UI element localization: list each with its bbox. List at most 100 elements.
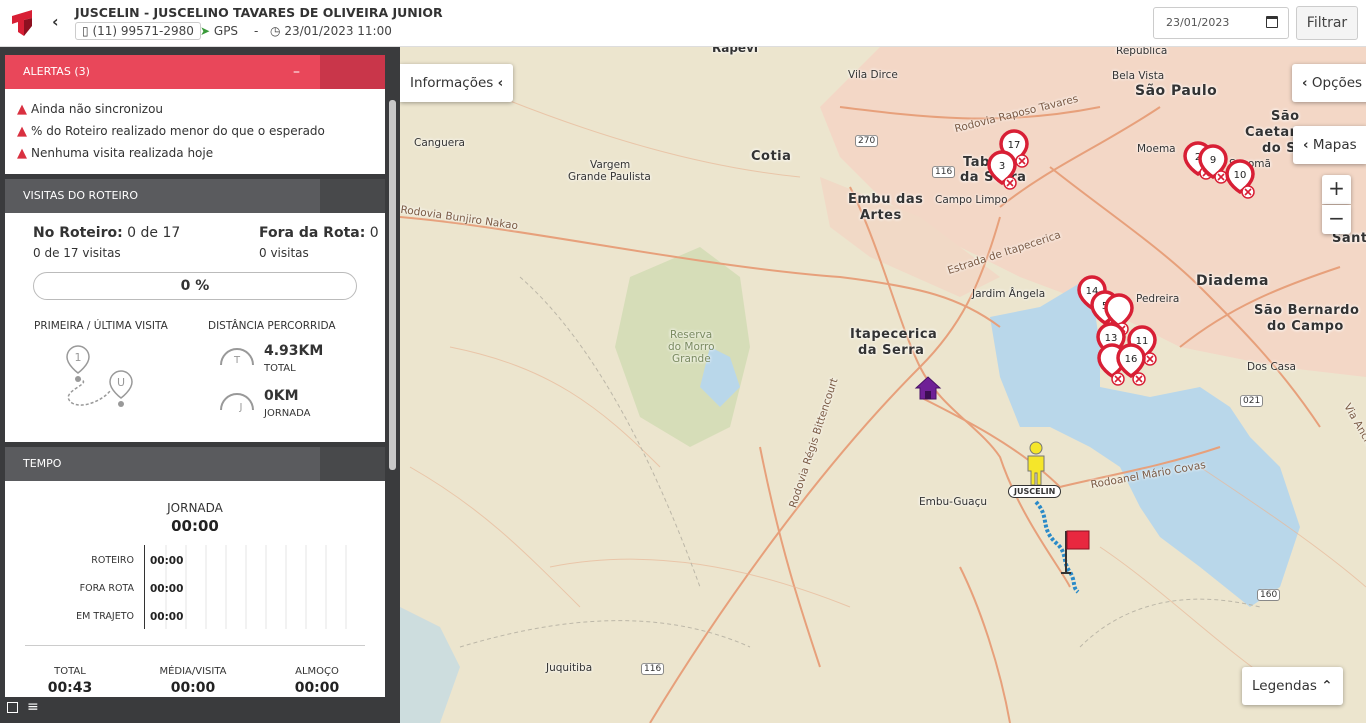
window-icon[interactable] — [7, 702, 18, 713]
distance-total-marker: T — [233, 355, 241, 366]
place-label: Jardim Ângela — [972, 288, 1046, 300]
road-shield: 116 — [641, 663, 665, 675]
speedometer-total-icon: T — [220, 348, 254, 366]
on-route-sub: 0 de 17 visitas — [33, 246, 121, 260]
place-label: Grande — [672, 353, 711, 365]
place-label: Vila Dirce — [848, 69, 898, 81]
time-row-value: 00:00 — [150, 555, 184, 567]
off-route-value: 0 — [369, 225, 379, 241]
menu-icon[interactable]: ≡ — [27, 699, 39, 715]
total-time-label: TOTAL — [54, 666, 86, 677]
chevron-up-icon: ⌃ — [1321, 678, 1333, 694]
warning-icon: ▲ — [17, 102, 27, 117]
options-toggle-button[interactable]: ‹ Opções — [1292, 64, 1366, 102]
options-button-label: Opções — [1311, 75, 1363, 91]
collapse-icon[interactable]: – — [293, 55, 300, 89]
place-label: São — [1271, 109, 1300, 124]
place-label: Pedreira — [1136, 293, 1180, 305]
off-route-label: Fora da Rota: — [259, 225, 366, 241]
place-label: Cotia — [751, 149, 792, 164]
place-label: Juquitiba — [546, 662, 593, 674]
distance-label: DISTÂNCIA PERCORRIDA — [208, 320, 336, 332]
off-route-summary: Fora da Rota: 0 — [259, 225, 379, 241]
place-label: Grande Paulista — [568, 171, 651, 183]
warning-icon: ▲ — [17, 124, 27, 139]
phone-icon: ▯ — [82, 24, 89, 38]
home-icon[interactable] — [914, 375, 942, 401]
place-label: Campo Limpo — [935, 194, 1008, 206]
on-route-value: 0 de 17 — [127, 225, 181, 241]
time-row-label: FORA ROTA — [79, 583, 134, 594]
first-last-label: PRIMEIRA / ÚLTIMA VISITA — [34, 320, 168, 332]
phone-badge: ▯ (11) 99571-2980 — [75, 22, 201, 40]
alert-text: Nenhuma visita realizada hoje — [31, 146, 214, 160]
warning-icon: ▲ — [17, 146, 27, 161]
last-visit-marker: U — [117, 376, 125, 389]
journey-value: 00:00 — [171, 517, 219, 535]
road-shield: 270 — [855, 135, 879, 147]
agent-label[interactable]: JUSCELIN — [1008, 485, 1062, 498]
road-shield: 021 — [1240, 395, 1264, 407]
visits-header[interactable]: VISITAS DO ROTEIRO — [5, 179, 385, 213]
info-toggle-button[interactable]: Informações ‹ — [400, 64, 514, 102]
place-label: Itapecerica — [850, 327, 938, 342]
alerts-header[interactable]: ALERTAS (3) – — [5, 55, 385, 89]
date-input[interactable]: 23/01/2023 — [1153, 7, 1289, 39]
clock-icon: ◷ — [270, 24, 281, 38]
avg-visit-value: 00:00 — [170, 680, 216, 696]
alerts-title: ALERTAS (3) — [23, 65, 90, 78]
legend-toggle-button[interactable]: Legendas ⌃ — [1242, 667, 1343, 705]
on-route-label: No Roteiro: — [33, 225, 123, 241]
road-shield: 116 — [932, 166, 956, 178]
calendar-icon[interactable] — [1266, 16, 1278, 28]
route-path-icon: 1 U — [66, 345, 133, 407]
time-row-value: 00:00 — [150, 611, 184, 623]
place-label: São Bernardo — [1254, 303, 1360, 318]
zoom-out-button[interactable]: − — [1322, 205, 1351, 234]
chevron-left-icon: ‹ — [497, 75, 504, 91]
sidebar-scrollbar[interactable] — [389, 100, 396, 470]
map-background — [400, 47, 1366, 723]
logo-icon — [12, 10, 32, 36]
place-label: São Paulo — [1135, 83, 1218, 99]
zoom-in-button[interactable]: + — [1322, 175, 1351, 204]
maps-toggle-button[interactable]: ‹ Mapas — [1293, 126, 1366, 164]
alerts-header-tab — [320, 55, 385, 89]
place-label: Embu das — [848, 192, 924, 207]
info-button-label: Informações — [410, 75, 494, 91]
alert-item: ▲ Ainda não sincronizou — [5, 97, 385, 119]
distance-total-value: 4.93KM — [264, 343, 324, 359]
place-label: Rapevi — [712, 47, 759, 55]
time-panel: TEMPO JORNADA 00:00 ROTEIRO 00:00 FORA R… — [5, 447, 385, 723]
alert-text: Ainda não sincronizou — [31, 102, 164, 116]
back-chevron-icon[interactable]: ‹ — [52, 12, 59, 31]
off-route-sub: 0 visitas — [259, 246, 309, 260]
place-label: Diadema — [1196, 273, 1269, 289]
chevron-left-icon: ‹ — [1302, 75, 1308, 91]
top-bar: ‹ JUSCELIN - JUSCELINO TAVARES DE OLIVEI… — [0, 0, 1366, 47]
time-header[interactable]: TEMPO — [5, 447, 385, 481]
route-progress-bar: 0 % — [33, 272, 357, 300]
date-value: 23/01/2023 — [1166, 16, 1230, 29]
end-flag-icon — [1061, 530, 1090, 574]
speedometer-journey-icon: J — [220, 393, 254, 413]
alert-item: ▲ % do Roteiro realizado menor do que o e… — [5, 119, 385, 141]
place-label: Taboão — [963, 155, 1018, 170]
time-row-value: 00:00 — [150, 583, 184, 595]
maps-button-label: Mapas — [1312, 137, 1357, 153]
time-row-label: ROTEIRO — [91, 555, 134, 566]
map-view[interactable]: Rapevi República Vila Dirce Bela Vista S… — [400, 47, 1366, 723]
agent-person-icon[interactable] — [1022, 441, 1050, 487]
road-shield: 160 — [1257, 589, 1281, 601]
journey-label: JORNADA — [167, 501, 223, 515]
visits-title: VISITAS DO ROTEIRO — [23, 189, 139, 202]
alerts-panel: ALERTAS (3) – ▲ Ainda não sincronizou ▲ % … — [5, 55, 385, 174]
place-label: Sacomã — [1229, 158, 1271, 170]
alert-text: % do Roteiro realizado menor do que o es… — [31, 124, 325, 138]
first-visit-marker: 1 — [75, 351, 82, 364]
total-time-value: 00:43 — [47, 680, 93, 696]
chevron-left-icon: ‹ — [1303, 137, 1309, 153]
filter-button[interactable]: Filtrar — [1296, 6, 1358, 40]
place-label: Embu-Guaçu — [919, 496, 988, 508]
place-label: Moema — [1137, 143, 1176, 155]
